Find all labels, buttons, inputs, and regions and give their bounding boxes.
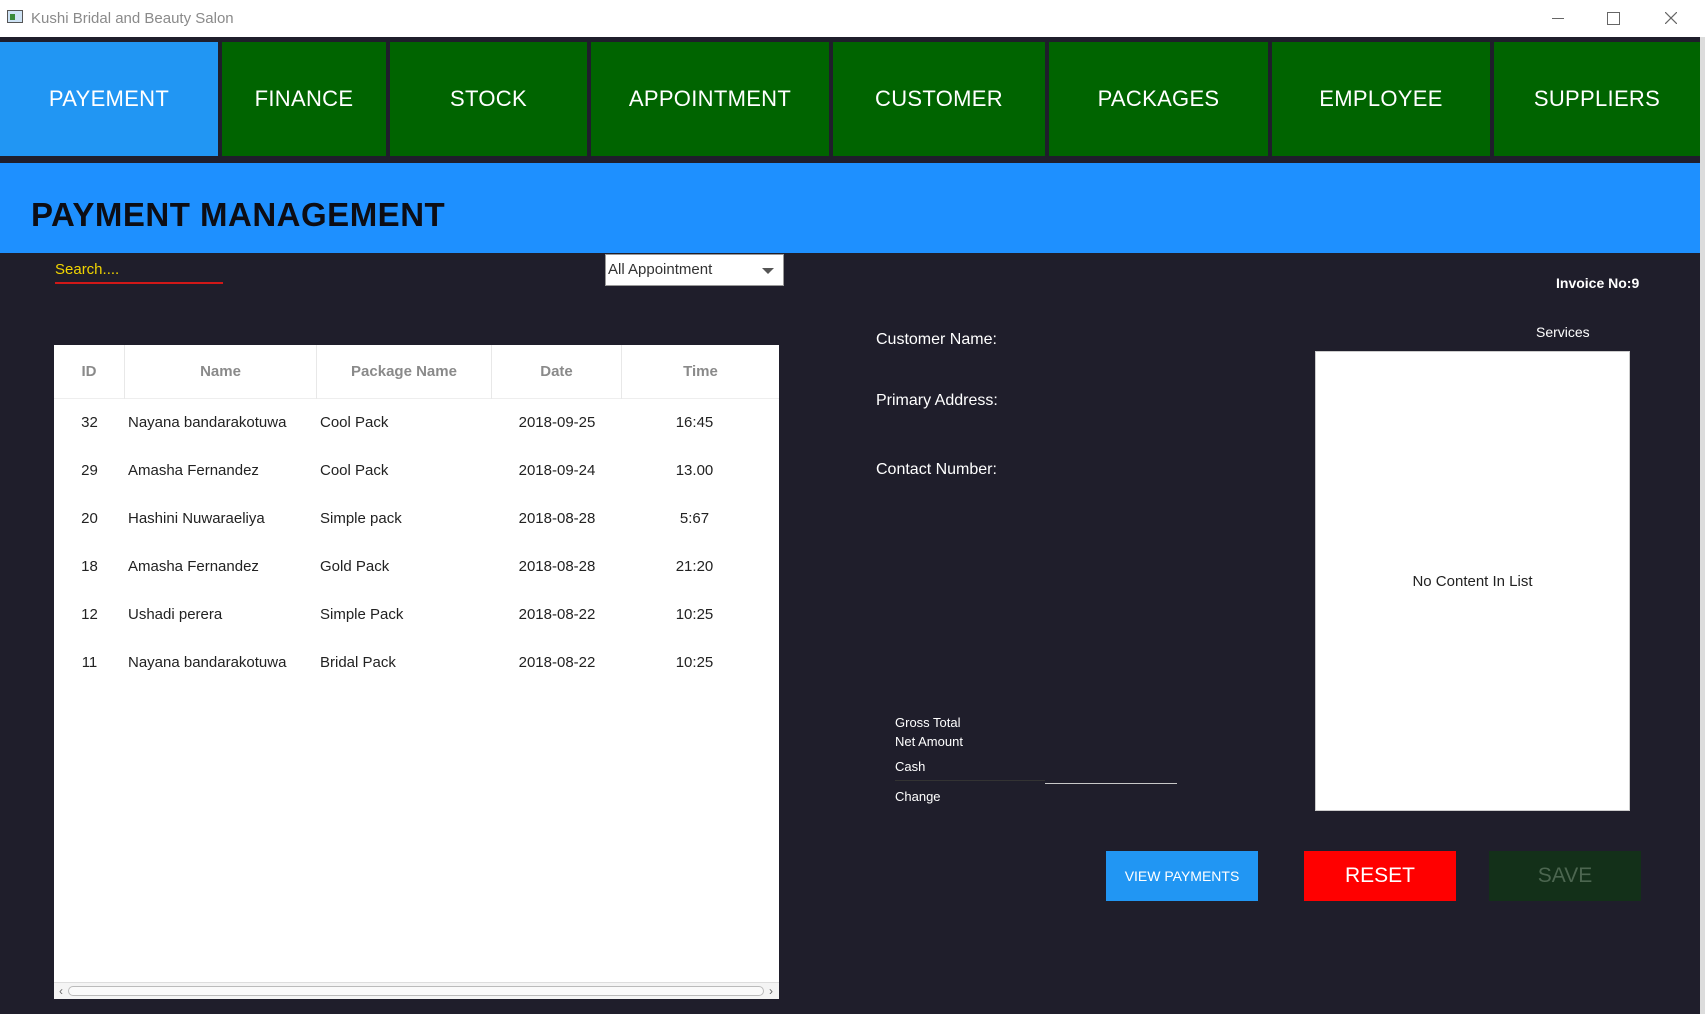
cell-id: 32 xyxy=(81,414,98,431)
cell-date: 2018-09-25 xyxy=(518,414,596,431)
cell-date: 2018-08-22 xyxy=(518,606,596,623)
primary-address-label: Primary Address: xyxy=(876,392,998,409)
services-title: Services xyxy=(1536,324,1590,340)
services-list[interactable]: No Content In List xyxy=(1315,351,1630,811)
table-header: ID Name Package Name Date Time xyxy=(54,345,779,399)
tab-packages[interactable]: PACKAGES xyxy=(1049,42,1268,156)
tab-suppliers[interactable]: SUPPLIERS xyxy=(1494,42,1700,156)
window-titlebar: Kushi Bridal and Beauty Salon xyxy=(0,0,1705,37)
save-button[interactable]: SAVE xyxy=(1489,851,1641,901)
appointment-filter-value: All Appointment xyxy=(608,261,713,278)
tab-employee[interactable]: EMPLOYEE xyxy=(1272,42,1490,156)
cash-label: Cash xyxy=(895,759,926,774)
cell-date: 2018-08-28 xyxy=(518,510,596,527)
cell-package: Bridal Pack xyxy=(320,654,396,671)
customer-name-label: Customer Name: xyxy=(876,331,997,348)
appointments-table: ID Name Package Name Date Time 32 Nayana… xyxy=(54,345,779,999)
table-row[interactable]: 29 Amasha Fernandez Cool Pack 2018-09-24… xyxy=(54,447,779,495)
table-row[interactable]: 20 Hashini Nuwaraeliya Simple pack 2018-… xyxy=(54,495,779,543)
app-icon xyxy=(7,10,23,23)
reset-button[interactable]: RESET xyxy=(1304,851,1456,901)
tab-customer[interactable]: CUSTOMER xyxy=(833,42,1045,156)
table-row[interactable]: 18 Amasha Fernandez Gold Pack 2018-08-28… xyxy=(54,543,779,591)
view-payments-button[interactable]: VIEW PAYMENTS xyxy=(1106,851,1258,901)
cell-date: 2018-08-28 xyxy=(518,558,596,575)
cell-name: Nayana bandarakotuwa xyxy=(128,654,287,671)
window-edge xyxy=(1700,37,1705,1014)
net-amount-label: Net Amount xyxy=(895,734,963,749)
services-empty-message: No Content In List xyxy=(1412,572,1533,590)
page-title: PAYMENT MANAGEMENT xyxy=(31,196,446,233)
cell-name: Amasha Fernandez xyxy=(128,558,259,575)
cash-input[interactable] xyxy=(1045,760,1177,784)
cell-time: 21:20 xyxy=(675,558,714,575)
column-header-name[interactable]: Name xyxy=(125,345,317,399)
appointment-filter-select[interactable]: All Appointment xyxy=(605,254,784,286)
maximize-icon[interactable] xyxy=(1583,0,1643,37)
cell-package: Gold Pack xyxy=(320,558,390,575)
scroll-left-icon[interactable]: ‹ xyxy=(55,983,67,999)
horizontal-scrollbar[interactable]: ‹ › xyxy=(54,982,779,999)
cell-id: 18 xyxy=(81,558,98,575)
cell-name: Ushadi perera xyxy=(128,606,223,623)
cell-name: Hashini Nuwaraeliya xyxy=(128,510,265,527)
tab-finance[interactable]: FINANCE xyxy=(222,42,386,156)
cell-package: Simple pack xyxy=(320,510,402,527)
tab-appointment[interactable]: APPOINTMENT xyxy=(591,42,829,156)
cell-time: 10:25 xyxy=(675,606,714,623)
cell-time: 16:45 xyxy=(675,414,714,431)
scrollbar-thumb[interactable] xyxy=(68,986,764,996)
cash-divider xyxy=(895,780,1045,781)
cell-package: Simple Pack xyxy=(320,606,404,623)
change-label: Change xyxy=(895,789,941,804)
table-row[interactable]: 32 Nayana bandarakotuwa Cool Pack 2018-0… xyxy=(54,399,779,447)
window-title: Kushi Bridal and Beauty Salon xyxy=(31,10,234,27)
close-icon[interactable] xyxy=(1641,0,1701,37)
scroll-right-icon[interactable]: › xyxy=(765,983,777,999)
column-header-id[interactable]: ID xyxy=(54,345,125,399)
table-row[interactable]: 12 Ushadi perera Simple Pack 2018-08-22 … xyxy=(54,591,779,639)
main-nav: PAYEMENT FINANCE STOCK APPOINTMENT CUSTO… xyxy=(0,42,1700,157)
search-input[interactable] xyxy=(55,256,223,284)
gross-total-label: Gross Total xyxy=(895,715,961,730)
tab-stock[interactable]: STOCK xyxy=(390,42,587,156)
cell-name: Amasha Fernandez xyxy=(128,462,259,479)
cell-id: 29 xyxy=(81,462,98,479)
minimize-icon[interactable] xyxy=(1528,0,1588,37)
chevron-down-icon xyxy=(762,268,774,274)
invoice-number: Invoice No:9 xyxy=(1556,275,1640,291)
cell-package: Cool Pack xyxy=(320,462,389,479)
cell-package: Cool Pack xyxy=(320,414,389,431)
cell-date: 2018-09-24 xyxy=(518,462,596,479)
cell-time: 10:25 xyxy=(675,654,714,671)
cell-id: 20 xyxy=(81,510,98,527)
table-row[interactable]: 11 Nayana bandarakotuwa Bridal Pack 2018… xyxy=(54,639,779,687)
cell-date: 2018-08-22 xyxy=(518,654,596,671)
cell-id: 11 xyxy=(81,654,98,671)
cell-time: 13.00 xyxy=(675,462,714,479)
column-header-package[interactable]: Package Name xyxy=(317,345,492,399)
column-header-time[interactable]: Time xyxy=(622,345,779,399)
tab-payment[interactable]: PAYEMENT xyxy=(0,42,218,156)
contact-number-label: Contact Number: xyxy=(876,461,997,478)
cell-time: 5:67 xyxy=(679,510,710,527)
cell-name: Nayana bandarakotuwa xyxy=(128,414,287,431)
page-header: PAYMENT MANAGEMENT xyxy=(0,163,1700,253)
cell-id: 12 xyxy=(81,606,98,623)
column-header-date[interactable]: Date xyxy=(492,345,622,399)
